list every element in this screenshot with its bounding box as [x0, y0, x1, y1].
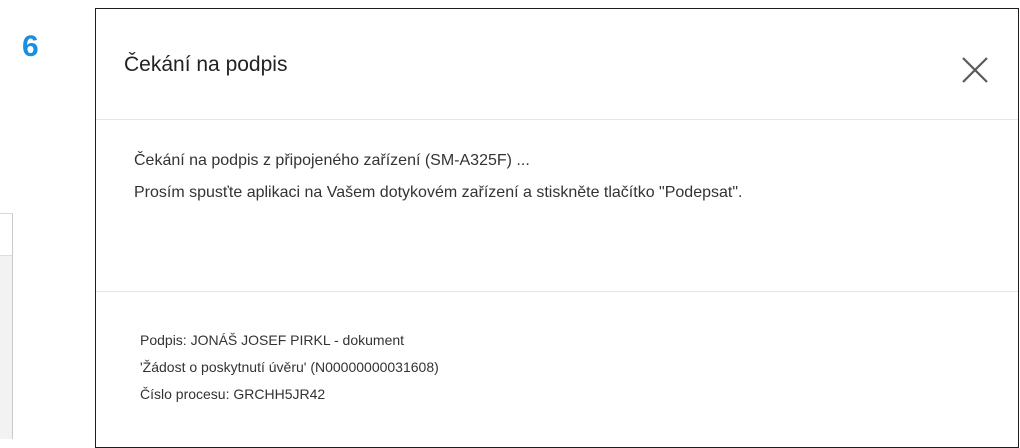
dialog-body: Čekání na podpis z připojeného zařízení … — [96, 120, 1018, 292]
dialog-footer: Podpis: JONÁŠ JOSEF PIRKL - dokument 'Žá… — [96, 292, 1018, 442]
waiting-message: Čekání na podpis z připojeného zařízení … — [134, 152, 530, 169]
background-page — [0, 0, 95, 438]
signature-wait-dialog: Čekání na podpis Čekání na podpis z přip… — [95, 8, 1019, 448]
step-number: 6 — [22, 30, 39, 63]
close-button[interactable] — [958, 53, 992, 87]
signature-info: Podpis: JONÁŠ JOSEF PIRKL - dokument — [140, 332, 405, 348]
close-icon[interactable] — [958, 53, 992, 87]
background-panel-row — [0, 255, 13, 439]
instruction-message: Prosím spusťte aplikaci na Vašem dotykov… — [134, 184, 743, 201]
process-number: Číslo procesu: GRCHH5JR42 — [140, 386, 326, 402]
dialog-header: Čekání na podpis — [96, 9, 1018, 120]
document-info: 'Žádost o poskytnutí úvěru' (N0000000003… — [140, 359, 439, 375]
dialog-title: Čekání na podpis — [124, 53, 288, 76]
